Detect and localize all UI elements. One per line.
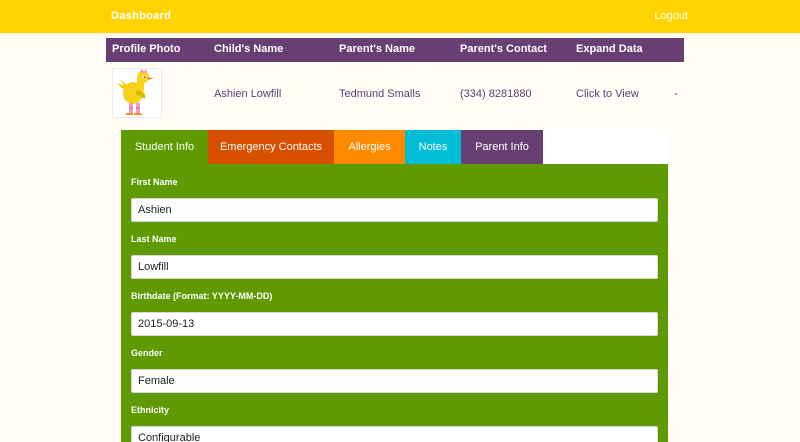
tab-emergency-contacts[interactable]: Emergency Contacts — [208, 130, 334, 164]
tab-student-info[interactable]: Student Info — [121, 130, 208, 164]
row-extra-cell: - — [674, 88, 678, 100]
top-nav-bar: Dashboard Logout — [0, 0, 800, 33]
header-expand-data: Expand Data — [576, 43, 643, 55]
dashboard-link[interactable]: Dashboard — [111, 10, 171, 22]
child-name-cell: Ashien Lowfill — [214, 88, 282, 100]
header-profile-photo: Profile Photo — [112, 43, 181, 55]
last-name-field[interactable] — [131, 255, 658, 279]
birthdate-label: Birthdate (Format: YYYY-MM-DD) — [131, 291, 273, 301]
logout-link[interactable]: Logout — [654, 10, 688, 22]
table-header: Profile Photo Child's Name Parent's Name… — [106, 38, 684, 62]
click-to-view-link[interactable]: Click to View — [576, 88, 639, 100]
first-name-field[interactable] — [131, 198, 658, 222]
tab-parent-info[interactable]: Parent Info — [461, 130, 543, 164]
header-parent-contact: Parent's Contact — [460, 43, 547, 55]
birthdate-field[interactable] — [131, 312, 658, 336]
tab-allergies[interactable]: Allergies — [334, 130, 405, 164]
header-parent-name: Parent's Name — [339, 43, 415, 55]
tab-notes[interactable]: Notes — [405, 130, 461, 164]
last-name-label: Last Name — [131, 234, 177, 244]
ethnicity-field[interactable] — [131, 426, 658, 442]
parent-contact-cell: (334) 8281880 — [460, 88, 532, 100]
bird-character-icon — [113, 69, 161, 117]
header-child-name: Child's Name — [214, 43, 284, 55]
parent-name-cell: Tedmund Smalls — [339, 88, 421, 100]
child-profile-photo — [112, 68, 162, 118]
tab-bar: Student Info Emergency Contacts Allergie… — [121, 130, 668, 164]
gender-field[interactable] — [131, 369, 658, 393]
first-name-label: First Name — [131, 177, 178, 187]
student-info-panel: First Name Last Name Birthdate (Format: … — [121, 164, 668, 442]
ethnicity-label: Ethnicity — [131, 405, 170, 415]
gender-label: Gender — [131, 348, 163, 358]
